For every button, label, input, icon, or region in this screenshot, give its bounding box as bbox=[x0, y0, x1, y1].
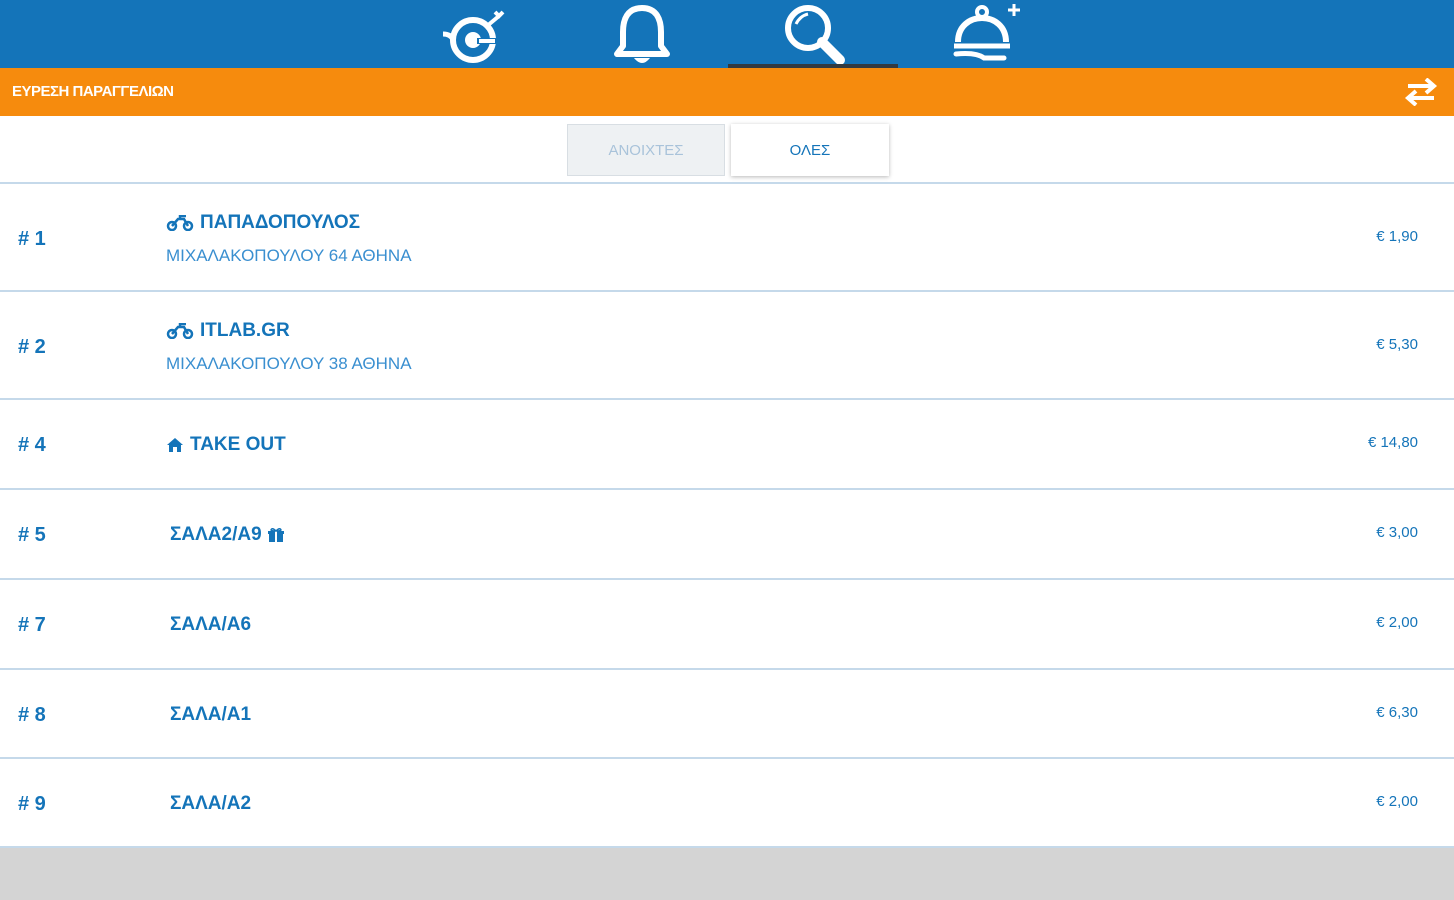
swap-arrows-icon[interactable] bbox=[1404, 77, 1438, 107]
home-icon bbox=[166, 437, 184, 453]
order-title-text: ΣΑΛΑ2/Α9 bbox=[170, 524, 262, 545]
list-item[interactable]: # 7 ΣΑΛΑ/Α6 € 2,00 bbox=[0, 580, 1454, 670]
order-number: # 8 bbox=[18, 704, 46, 726]
list-item[interactable]: # 2 ITLAB.GR ΜΙΧΑΛΑΚΟΠΟΥΛΟΥ 38 ΑΘΗΝΑ € 5… bbox=[0, 292, 1454, 400]
order-price: € 3,00 bbox=[1376, 524, 1418, 541]
search-icon[interactable] bbox=[772, 0, 854, 68]
list-item[interactable]: # 5 ΣΑΛΑ2/Α9 € 3,00 bbox=[0, 490, 1454, 580]
page-title: ΕΥΡΕΣΗ ΠΑΡΑΓΓΕΛΙΩΝ bbox=[12, 83, 174, 100]
order-filter-tabs: ΑΝΟΙΧΤΕΣ ΟΛΕΣ bbox=[0, 116, 1454, 184]
order-number: # 1 bbox=[18, 228, 46, 250]
order-address: ΜΙΧΑΛΑΚΟΠΟΥΛΟΥ 64 ΑΘΗΝΑ bbox=[166, 246, 412, 265]
order-title-text: ITLAB.GR bbox=[200, 320, 290, 341]
order-price: € 1,90 bbox=[1376, 228, 1418, 245]
order-number: # 7 bbox=[18, 614, 46, 636]
order-title: ITLAB.GR bbox=[166, 320, 290, 342]
order-title-text: TAKE OUT bbox=[190, 434, 286, 455]
orders-list: # 1 ΠΑΠΑΔΟΠΟΥΛΟΣ ΜΙΧΑΛΑΚΟΠΟΥΛΟΥ 64 ΑΘΗΝΑ… bbox=[0, 184, 1454, 848]
serving-cloche-icon[interactable] bbox=[942, 0, 1026, 68]
order-title: ΣΑΛΑ2/Α9 bbox=[170, 524, 284, 546]
order-number: # 9 bbox=[18, 793, 46, 815]
list-item[interactable]: # 8 ΣΑΛΑ/Α1 € 6,30 bbox=[0, 670, 1454, 759]
order-title-text: ΠΑΠΑΔΟΠΟΥΛΟΣ bbox=[200, 212, 361, 233]
order-title: ΣΑΛΑ/Α6 bbox=[170, 614, 251, 636]
order-title: ΠΑΠΑΔΟΠΟΥΛΟΣ bbox=[166, 212, 360, 234]
order-title-text: ΣΑΛΑ/Α1 bbox=[170, 704, 252, 725]
page-header: ΕΥΡΕΣΗ ΠΑΡΑΓΓΕΛΙΩΝ bbox=[0, 68, 1454, 116]
order-number: # 4 bbox=[18, 434, 46, 456]
bell-icon[interactable] bbox=[600, 0, 684, 68]
delivery-icon[interactable] bbox=[432, 0, 514, 68]
order-address: ΜΙΧΑΛΑΚΟΠΟΥΛΟΥ 38 ΑΘΗΝΑ bbox=[166, 354, 412, 373]
order-title: ΣΑΛΑ/Α2 bbox=[170, 793, 251, 815]
order-title: ΣΑΛΑ/Α1 bbox=[170, 704, 251, 726]
order-number: # 5 bbox=[18, 524, 46, 546]
list-item[interactable]: # 1 ΠΑΠΑΔΟΠΟΥΛΟΣ ΜΙΧΑΛΑΚΟΠΟΥΛΟΥ 64 ΑΘΗΝΑ… bbox=[0, 184, 1454, 292]
list-item[interactable]: # 9 ΣΑΛΑ/Α2 € 2,00 bbox=[0, 759, 1454, 848]
order-title: TAKE OUT bbox=[166, 434, 286, 456]
list-item[interactable]: # 4 TAKE OUT € 14,80 bbox=[0, 400, 1454, 490]
order-price: € 5,30 bbox=[1376, 336, 1418, 353]
gift-icon bbox=[267, 527, 284, 543]
top-nav-bar bbox=[0, 0, 1454, 68]
order-price: € 2,00 bbox=[1376, 614, 1418, 631]
scooter-icon bbox=[166, 323, 194, 339]
tab-all-orders[interactable]: ΟΛΕΣ bbox=[731, 124, 889, 176]
order-title-text: ΣΑΛΑ/Α2 bbox=[170, 793, 252, 814]
order-title-text: ΣΑΛΑ/Α6 bbox=[170, 614, 252, 635]
tab-open-orders[interactable]: ΑΝΟΙΧΤΕΣ bbox=[567, 124, 725, 176]
order-price: € 2,00 bbox=[1376, 793, 1418, 810]
order-number: # 2 bbox=[18, 336, 46, 358]
scooter-icon bbox=[166, 215, 194, 231]
order-price: € 6,30 bbox=[1376, 704, 1418, 721]
order-price: € 14,80 bbox=[1367, 434, 1418, 451]
